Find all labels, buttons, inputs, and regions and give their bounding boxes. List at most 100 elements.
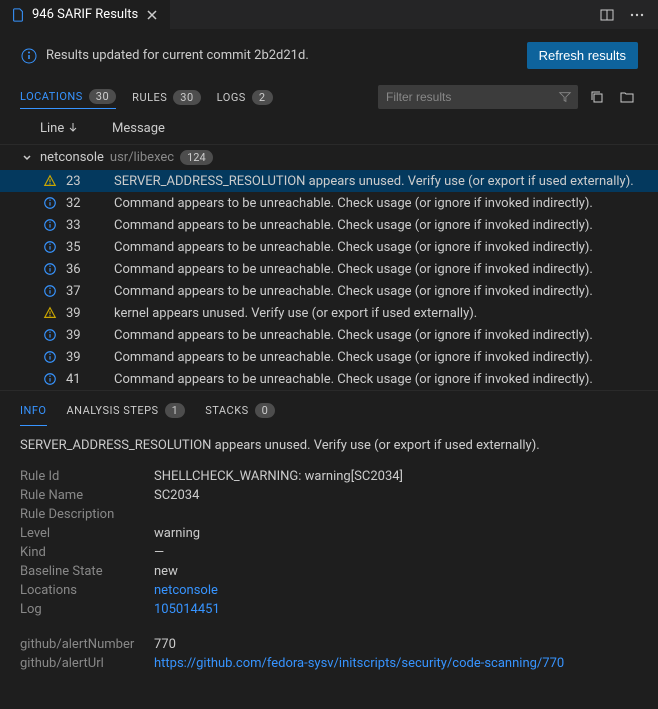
detail-message: SERVER_ADDRESS_RESOLUTION appears unused… xyxy=(20,438,638,453)
detail-row: Locationsnetconsole xyxy=(20,583,638,598)
tab-label: 946 SARIF Results xyxy=(32,7,138,22)
filter-icon[interactable] xyxy=(558,90,572,104)
detail-value: warning xyxy=(154,526,200,541)
detail-label: Kind xyxy=(20,545,154,560)
detail-tab-stacks[interactable]: STACKS 0 xyxy=(205,399,275,426)
file-icon xyxy=(10,7,26,23)
status-bar: Results updated for current commit 2b2d2… xyxy=(0,30,658,81)
line-number: 39 xyxy=(66,328,106,343)
line-number: 32 xyxy=(66,196,106,211)
result-message: Command appears to be unreachable. Check… xyxy=(114,284,593,299)
result-row[interactable]: 35 Command appears to be unreachable. Che… xyxy=(0,236,658,258)
detail-label: Rule Name xyxy=(20,488,154,503)
warning-icon xyxy=(42,173,58,189)
detail-label: Log xyxy=(20,602,154,617)
detail-row: Baseline Statenew xyxy=(20,564,638,579)
copy-icon[interactable] xyxy=(586,86,608,108)
group-row[interactable]: netconsole usr/libexec 124 xyxy=(0,145,658,170)
status-message: Results updated for current commit 2b2d2… xyxy=(46,48,309,63)
result-message: Command appears to be unreachable. Check… xyxy=(114,328,593,343)
sort-arrow-icon xyxy=(68,121,78,136)
detail-value[interactable]: netconsole xyxy=(154,583,218,598)
result-row[interactable]: 36 Command appears to be unreachable. Che… xyxy=(0,258,658,280)
result-row[interactable]: 39 kernel appears unused. Verify use (or … xyxy=(0,302,658,324)
line-number: 39 xyxy=(66,350,106,365)
detail-row: Rule IdSHELLCHECK_WARNING: warning[SC203… xyxy=(20,469,638,484)
results-table: Line Message netconsole usr/libexec 124 … xyxy=(0,113,658,390)
detail-tab-analysis[interactable]: ANALYSIS STEPS 1 xyxy=(67,399,186,426)
folder-icon[interactable] xyxy=(616,86,638,108)
tab-rules[interactable]: RULES 30 xyxy=(132,85,201,109)
detail-value[interactable]: https://github.com/fedora-sysv/initscrip… xyxy=(154,656,564,671)
detail-row: github/alertUrlhttps://github.com/fedora… xyxy=(20,656,638,671)
col-line-header[interactable]: Line xyxy=(40,121,112,136)
tab-locations[interactable]: LOCATIONS 30 xyxy=(20,85,116,109)
detail-value: SC2034 xyxy=(154,488,199,503)
tab-logs[interactable]: LOGS 2 xyxy=(217,85,273,109)
info-icon xyxy=(42,371,58,387)
detail-row: Kind— xyxy=(20,545,638,560)
detail-label: Rule Id xyxy=(20,469,154,484)
detail-label: Locations xyxy=(20,583,154,598)
detail-value[interactable]: 105014451 xyxy=(154,602,220,617)
close-icon[interactable] xyxy=(144,7,160,23)
detail-row: Levelwarning xyxy=(20,526,638,541)
info-icon xyxy=(42,349,58,365)
result-row[interactable]: 23 SERVER_ADDRESS_RESOLUTION appears unus… xyxy=(0,170,658,192)
group-count: 124 xyxy=(180,150,213,165)
info-icon xyxy=(42,239,58,255)
result-message: SERVER_ADDRESS_RESOLUTION appears unused… xyxy=(114,174,634,189)
editor-tab[interactable]: 946 SARIF Results xyxy=(0,0,171,29)
detail-tab-info[interactable]: INFO xyxy=(20,399,47,426)
result-row[interactable]: 33 Command appears to be unreachable. Che… xyxy=(0,214,658,236)
detail-tabs: INFO ANALYSIS STEPS 1 STACKS 0 xyxy=(0,390,658,426)
detail-label: Rule Description xyxy=(20,507,154,522)
line-number: 41 xyxy=(66,372,106,387)
detail-row: Rule Description xyxy=(20,507,638,522)
detail-label: github/alertUrl xyxy=(20,656,154,671)
result-message: Command appears to be unreachable. Check… xyxy=(114,350,593,365)
detail-row: Rule NameSC2034 xyxy=(20,488,638,503)
line-number: 23 xyxy=(66,174,106,189)
result-row[interactable]: 39 Command appears to be unreachable. Che… xyxy=(0,324,658,346)
tab-bar: 946 SARIF Results xyxy=(0,0,658,30)
detail-value: 770 xyxy=(154,637,176,652)
refresh-button[interactable]: Refresh results xyxy=(527,42,638,69)
detail-label: Baseline State xyxy=(20,564,154,579)
more-icon[interactable] xyxy=(626,4,648,26)
info-icon xyxy=(42,195,58,211)
info-icon xyxy=(42,283,58,299)
toolbar: LOCATIONS 30 RULES 30 LOGS 2 xyxy=(0,81,658,113)
result-message: Command appears to be unreachable. Check… xyxy=(114,196,593,211)
detail-row: github/alertNumber770 xyxy=(20,637,638,652)
line-number: 33 xyxy=(66,218,106,233)
result-row[interactable]: 39 Command appears to be unreachable. Che… xyxy=(0,346,658,368)
line-number: 36 xyxy=(66,262,106,277)
col-message-header[interactable]: Message xyxy=(112,121,638,136)
line-number: 37 xyxy=(66,284,106,299)
split-editor-icon[interactable] xyxy=(596,4,618,26)
line-number: 35 xyxy=(66,240,106,255)
detail-content: SERVER_ADDRESS_RESOLUTION appears unused… xyxy=(0,426,658,687)
result-message: Command appears to be unreachable. Check… xyxy=(114,262,593,277)
table-header: Line Message xyxy=(0,113,658,145)
result-message: Command appears to be unreachable. Check… xyxy=(114,240,593,255)
group-title: netconsole xyxy=(40,150,104,165)
result-row[interactable]: 41Command appears to be unreachable. Che… xyxy=(0,368,658,390)
filter-input[interactable] xyxy=(378,85,578,109)
info-icon xyxy=(42,327,58,343)
result-row[interactable]: 32 Command appears to be unreachable. Che… xyxy=(0,192,658,214)
line-number: 39 xyxy=(66,306,106,321)
info-icon xyxy=(42,261,58,277)
detail-label: github/alertNumber xyxy=(20,637,154,652)
result-message: Command appears to be unreachable. Check… xyxy=(114,218,593,233)
detail-row: Log105014451 xyxy=(20,602,638,617)
detail-value: SHELLCHECK_WARNING: warning[SC2034] xyxy=(154,469,403,484)
info-icon xyxy=(20,47,38,65)
result-message: kernel appears unused. Verify use (or ex… xyxy=(114,306,477,321)
detail-value: new xyxy=(154,564,178,579)
group-path: usr/libexec xyxy=(110,150,174,165)
warning-icon xyxy=(42,305,58,321)
result-row[interactable]: 37 Command appears to be unreachable. Che… xyxy=(0,280,658,302)
info-icon xyxy=(42,217,58,233)
